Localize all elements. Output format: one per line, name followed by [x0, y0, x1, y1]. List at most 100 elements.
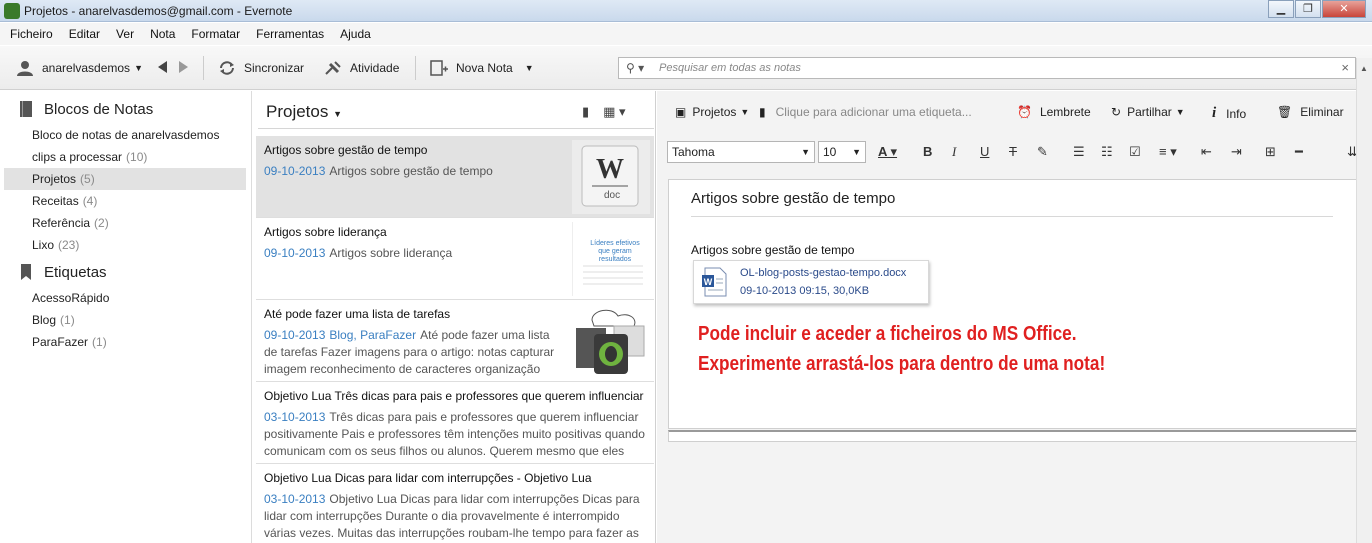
sync-icon — [220, 61, 234, 75]
notebook-selector-label: Projetos — [692, 105, 737, 119]
underline-button[interactable]: U — [980, 144, 989, 159]
menu-editar[interactable]: Editar — [69, 27, 100, 41]
italic-button[interactable]: I — [952, 144, 956, 160]
sync-button[interactable]: Sincronizar — [218, 60, 304, 76]
tag-icon: ▮ — [759, 105, 766, 119]
font-family-select[interactable]: Tahoma ▼ — [667, 141, 815, 163]
tags-header[interactable]: Etiquetas — [18, 263, 107, 281]
align-icon[interactable]: ≡ ▾ — [1159, 144, 1177, 160]
note-card[interactable]: Objetivo Lua Dicas para lidar com interr… — [256, 464, 654, 543]
text-color-button[interactable]: A ▾ — [878, 144, 897, 160]
menu-formatar[interactable]: Formatar — [191, 27, 240, 41]
sidebar-item-notebook[interactable]: Referência (2) — [4, 212, 246, 234]
note-title: Objetivo Lua Três dicas para pais e prof… — [264, 389, 644, 403]
menu-ajuda[interactable]: Ajuda — [340, 27, 371, 41]
window-scrollbar[interactable]: ▲ — [1356, 58, 1372, 543]
notebook-name: Referência — [32, 216, 91, 230]
note-card[interactable]: Até pode fazer uma lista de tarefas 09-1… — [256, 300, 654, 382]
delete-label: Eliminar — [1300, 105, 1344, 119]
chevron-down-icon: ▼ — [333, 109, 343, 119]
sidebar-item-notebook[interactable]: clips a processar (10) — [4, 146, 246, 168]
view-options-icon[interactable]: ▦ ▾ — [603, 104, 625, 120]
attachment-card[interactable]: W OL-blog-posts-gestao-tempo.docx 09-10-… — [693, 260, 929, 304]
font-size-select[interactable]: 10 ▼ — [818, 141, 866, 163]
minimize-button[interactable]: ▁ — [1268, 0, 1294, 18]
note-tags: Blog, ParaFazer — [329, 328, 417, 342]
tag-count: (1) — [60, 313, 75, 327]
activity-button[interactable]: Atividade — [324, 60, 399, 76]
sidebar-item-notebook[interactable]: Receitas (4) — [4, 190, 246, 212]
menu-ferramentas[interactable]: Ferramentas — [256, 27, 324, 41]
attachment-meta: 09-10-2013 09:15, 30,0KB — [740, 285, 870, 297]
notebook-name: Receitas — [32, 194, 79, 208]
outdent-icon[interactable]: ⇤ — [1201, 144, 1212, 160]
notebooks-header[interactable]: Blocos de Notas — [18, 100, 153, 118]
new-note-button[interactable]: Nova Nota ▼ — [430, 60, 534, 76]
note-card[interactable]: Artigos sobre gestão de tempo 09-10-2013… — [256, 136, 654, 218]
toolbar-divider — [203, 56, 204, 80]
share-label: Partilhar — [1127, 105, 1172, 119]
chevron-down-icon: ▼ — [852, 147, 861, 157]
menu-ver[interactable]: Ver — [116, 27, 134, 41]
notebook-count: (2) — [94, 216, 109, 230]
note-date: 03-10-2013 — [264, 410, 326, 424]
maximize-button[interactable]: ❐ — [1295, 0, 1321, 18]
notebooks-header-label: Blocos de Notas — [44, 100, 154, 118]
menu-ficheiro[interactable]: Ficheiro — [10, 27, 53, 41]
note-card[interactable]: Objetivo Lua Três dicas para pais e prof… — [256, 382, 654, 464]
close-button[interactable]: ✕ — [1322, 0, 1366, 18]
sidebar: Blocos de Notas Bloco de notas de anarel… — [0, 91, 252, 543]
checkbox-icon[interactable]: ☑ — [1129, 144, 1141, 160]
numbered-list-icon[interactable]: ☷ — [1101, 144, 1113, 160]
sidebar-item-notebook-selected[interactable]: Projetos (5) — [4, 168, 246, 190]
menu-nota[interactable]: Nota — [150, 27, 175, 41]
delete-button[interactable]: 🗑 Eliminar — [1277, 105, 1344, 119]
toolbar-divider — [415, 56, 416, 80]
sync-label: Sincronizar — [244, 61, 305, 75]
activity-label: Atividade — [350, 61, 400, 75]
scroll-up-icon[interactable]: ▲ — [1360, 64, 1368, 73]
info-label: Info — [1226, 106, 1247, 121]
tag-placeholder: Clique para adicionar uma etiqueta... — [775, 105, 972, 119]
arrow-left-icon — [158, 61, 167, 73]
strikethrough-button[interactable]: T — [1009, 144, 1017, 159]
indent-icon[interactable]: ⇥ — [1231, 144, 1242, 160]
tag-input[interactable]: ▮ Clique para adicionar uma etiqueta... — [759, 105, 972, 119]
tag-icon — [21, 264, 31, 280]
thumb-label: Líderes efetivos que geram resultados — [590, 240, 640, 263]
sidebar-item-trash[interactable]: Lixo (23) — [4, 234, 246, 256]
clear-search-icon[interactable]: × — [1341, 60, 1349, 75]
word-file-icon: W — [702, 267, 727, 297]
back-button[interactable] — [156, 60, 168, 74]
sidebar-item-notebook[interactable]: Bloco de notas de anarelvasdemos — [4, 124, 246, 146]
sidebar-item-tag[interactable]: Blog (1) — [4, 309, 246, 331]
forward-button[interactable] — [178, 60, 190, 74]
search-input[interactable]: ⚲ ▾ Pesquisar em todas as notas × — [618, 57, 1356, 79]
note-content[interactable]: Artigos sobre gestão de tempo Artigos so… — [668, 179, 1371, 429]
window-controls: ▁ ❐ ✕ — [1267, 0, 1366, 18]
font-size-value: 10 — [823, 145, 837, 159]
info-button[interactable]: i Info — [1212, 105, 1246, 122]
note-thumbnail — [572, 304, 650, 378]
reminder-button[interactable]: ⏰ Lembrete — [1017, 105, 1091, 119]
note-title-field[interactable]: Artigos sobre gestão de tempo — [691, 190, 895, 207]
note-list-header[interactable]: Projetos ▼ — [266, 102, 342, 122]
notebook-share-icon[interactable]: ▮ — [582, 104, 589, 120]
bullet-list-icon[interactable]: ☰ — [1073, 144, 1085, 160]
notebook-count: (23) — [58, 238, 80, 252]
account-button[interactable]: anarelvasdemos ▼ — [16, 60, 143, 76]
note-list-controls: ▮ ▦ ▾ — [582, 104, 626, 120]
chevron-down-icon[interactable]: ▼ — [525, 63, 534, 73]
horizontal-rule-icon[interactable]: ━ — [1295, 144, 1303, 160]
highlight-icon[interactable]: ✎ — [1037, 144, 1048, 160]
notebook-selector[interactable]: ▣ Projetos ▼ — [675, 105, 749, 119]
share-button[interactable]: ↻ Partilhar ▼ — [1111, 105, 1185, 119]
table-icon[interactable]: ⊞ — [1265, 144, 1276, 160]
note-card[interactable]: Artigos sobre liderança 09-10-2013 Artigo… — [256, 218, 654, 300]
sidebar-item-tag[interactable]: AcessoRápido — [4, 287, 246, 309]
note-title: Objetivo Lua Dicas para lidar com interr… — [264, 471, 592, 485]
notebook-count: (10) — [126, 150, 148, 164]
note-thumbnail: Líderes efetivos que geram resultados — [572, 222, 650, 296]
bold-button[interactable]: B — [923, 144, 932, 159]
sidebar-item-tag[interactable]: ParaFazer (1) — [4, 331, 246, 353]
